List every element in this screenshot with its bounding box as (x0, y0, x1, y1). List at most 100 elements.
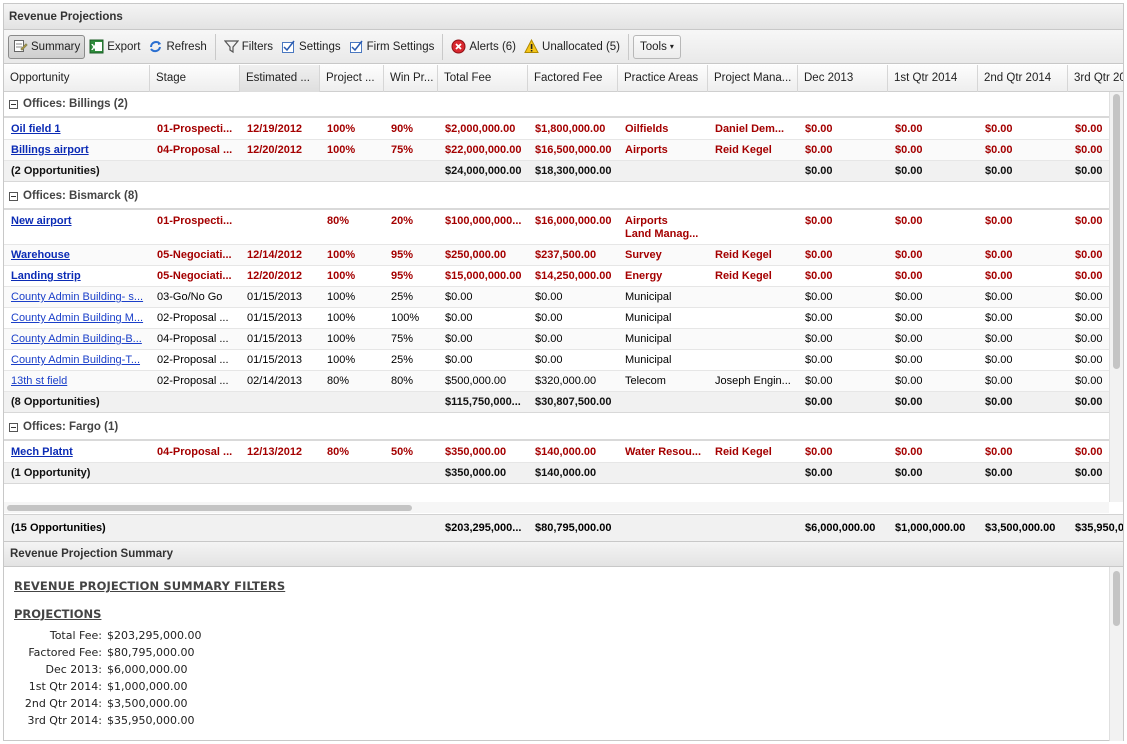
settings-label: Settings (299, 40, 341, 53)
projection-label: 1st Qtr 2014: (28, 680, 102, 693)
firm-settings-button[interactable]: Firm Settings (345, 35, 439, 59)
collapse-icon[interactable] (9, 191, 18, 201)
group-header[interactable]: Offices: Billings (2) (4, 92, 1109, 118)
opportunity-link[interactable]: County Admin Building-T... (4, 350, 150, 370)
refresh-button[interactable]: Refresh (144, 35, 210, 59)
refresh-label: Refresh (166, 40, 207, 53)
column-header-win-probability[interactable]: Win Pr... (384, 65, 438, 92)
summary-vertical-scrollbar[interactable] (1109, 567, 1123, 741)
summary-win-probability (384, 161, 438, 181)
summary-project-manager (708, 161, 798, 181)
summary-icon (13, 39, 28, 54)
cell-stage: 04-Proposal ... (157, 333, 229, 345)
cell-project-manager: Daniel Dem... (715, 123, 785, 135)
column-header-opportunity[interactable]: Opportunity (4, 65, 150, 92)
cell-total-fee: $0.00 (445, 333, 473, 345)
cell-1st-qtr-2014: $0.00 (895, 249, 923, 261)
cell-estimated-date: 01/15/2013 (247, 291, 303, 303)
opportunity-link[interactable]: County Admin Building-B... (4, 329, 150, 349)
cell-2nd-qtr-2014: $0.00 (985, 249, 1013, 261)
opportunity-link[interactable]: Landing strip (4, 266, 150, 286)
opportunity-link[interactable]: New airport (4, 211, 150, 244)
cell-project-probability: 100% (327, 312, 356, 324)
table-row: 13th st field 02-Proposal ... 02/14/2013 80… (4, 371, 1109, 392)
opportunity-link[interactable]: County Admin Building M... (4, 308, 150, 328)
summary-opportunity: (8 Opportunities) (11, 396, 100, 408)
projection-value: $80,795,000.00 (107, 646, 195, 659)
cell-total-fee: $350,000.00 (445, 446, 507, 458)
cell-total-fee: $0.00 (445, 354, 473, 366)
column-header-estimated-date[interactable]: Estimated ... (240, 65, 320, 92)
grand-total-total-fee: $203,295,000... (445, 522, 522, 534)
cell-total-fee: $15,000,000.00 (445, 270, 522, 282)
svg-text:X: X (91, 43, 98, 52)
cell-win-probability: 50% (391, 446, 414, 458)
grid-horizontal-scroll-thumb[interactable] (7, 505, 412, 511)
projection-label: 3rd Qtr 2014: (27, 714, 103, 727)
cell-2nd-qtr-2014: $0.00 (985, 312, 1013, 324)
opportunity-link[interactable]: Billings airport (4, 140, 150, 160)
column-header-2nd-qtr-2014[interactable]: 2nd Qtr 2014 (978, 65, 1068, 92)
practice-area-line: Airports (625, 215, 668, 227)
unallocated-button[interactable]: Unallocated (5) (520, 35, 624, 59)
column-header-project-probability[interactable]: Project ... (320, 65, 384, 92)
cell-stage: 02-Proposal ... (157, 354, 229, 366)
export-button[interactable]: X Export (85, 35, 144, 59)
alerts-button[interactable]: Alerts (6) (447, 35, 520, 59)
column-header-dec-2013[interactable]: Dec 2013 (798, 65, 888, 92)
grid-horizontal-scrollbar[interactable] (4, 502, 1109, 513)
collapse-icon[interactable] (9, 99, 18, 109)
summary-1st-qtr-2014: $0.00 (895, 165, 923, 177)
summary-factored-fee: $18,300,000.00 (535, 165, 612, 177)
opportunity-link[interactable]: County Admin Building- s... (4, 287, 150, 307)
settings-button[interactable]: Settings (277, 35, 345, 59)
cell-1st-qtr-2014: $0.00 (895, 144, 923, 156)
opportunity-link[interactable]: Warehouse (4, 245, 150, 265)
cell-win-probability: 75% (391, 144, 414, 156)
projection-label: Factored Fee: (28, 646, 102, 659)
projection-label: Dec 2013: (45, 663, 102, 676)
group-summary-row: (8 Opportunities) $115,750,000... $30,807,… (4, 392, 1109, 413)
cell-3rd-qtr-2014: $0.00 (1075, 215, 1103, 227)
group-header[interactable]: Offices: Bismarck (8) (4, 184, 1109, 210)
grid-vertical-scroll-thumb[interactable] (1113, 94, 1120, 369)
table-row: New airport 01-Prospecti... 80% 20% $100,000… (4, 211, 1109, 245)
column-header-stage[interactable]: Stage (150, 65, 240, 92)
column-header-1st-qtr-2014[interactable]: 1st Qtr 2014 (888, 65, 978, 92)
summary-practice-areas (618, 161, 708, 181)
cell-3rd-qtr-2014: $0.00 (1075, 291, 1103, 303)
column-header-project-manager[interactable]: Project Mana... (708, 65, 798, 92)
grid-vertical-scrollbar[interactable] (1109, 92, 1123, 502)
column-header-practice-areas[interactable]: Practice Areas (618, 65, 708, 92)
filters-label: Filters (241, 40, 274, 53)
cell-project-manager: Joseph Engin... (715, 375, 791, 387)
table-row: County Admin Building-T... 02-Proposal ..… (4, 350, 1109, 371)
cell-dec-2013: $0.00 (805, 333, 833, 345)
cell-project-probability: 100% (327, 123, 356, 135)
cell-dec-2013: $0.00 (805, 312, 833, 324)
collapse-icon[interactable] (9, 422, 18, 432)
cell-practice-areas: Municipal (625, 291, 672, 303)
group-label: Offices: Billings (2) (23, 98, 128, 110)
column-header-3rd-qtr-2014[interactable]: 3rd Qtr 20 (1068, 65, 1123, 92)
projection-value: $6,000,000.00 (107, 663, 188, 676)
summary-dec-2013: $0.00 (805, 396, 833, 408)
summary-vertical-scroll-thumb[interactable] (1113, 571, 1120, 626)
opportunity-link[interactable]: 13th st field (4, 371, 150, 391)
cell-1st-qtr-2014: $0.00 (895, 375, 923, 387)
tools-dropdown[interactable]: Tools ▾ (633, 34, 681, 59)
summary-project-manager (708, 463, 798, 483)
column-header-factored-fee[interactable]: Factored Fee (528, 65, 618, 92)
column-header-total-fee[interactable]: Total Fee (438, 65, 528, 92)
cell-factored-fee: $1,800,000.00 (535, 123, 606, 135)
cell-estimated-date: 01/15/2013 (247, 333, 303, 345)
projection-value: $1,000,000.00 (107, 680, 188, 693)
summary-button[interactable]: Summary (8, 34, 86, 59)
summary-project-probability (320, 392, 384, 412)
cell-2nd-qtr-2014: $0.00 (985, 144, 1013, 156)
group-header[interactable]: Offices: Fargo (1) (4, 415, 1109, 441)
opportunity-link[interactable]: Oil field 1 (4, 119, 150, 139)
summary-stage (150, 161, 240, 181)
filters-button[interactable]: Filters (220, 35, 277, 59)
opportunity-link[interactable]: Mech Platnt (4, 442, 150, 462)
